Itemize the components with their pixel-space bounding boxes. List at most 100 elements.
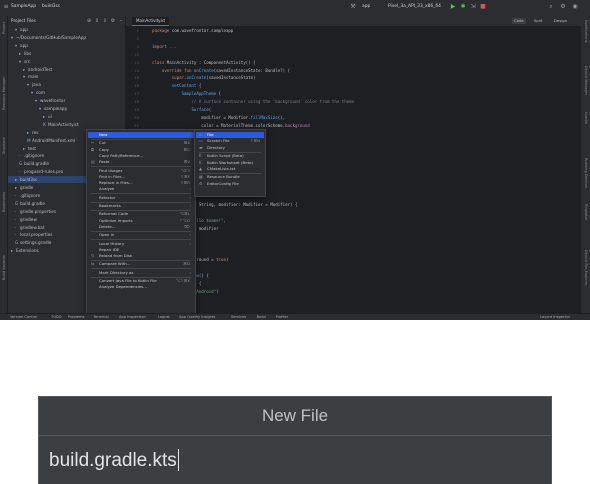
context-menu-item[interactable]: Analyze › [88,186,194,192]
menu-item-label: Open In [99,232,115,238]
context-menu-item[interactable]: Analyze Dependencies... [88,284,194,290]
tool-window-tab[interactable]: Structure [2,137,6,154]
menu-item-label: Analyze Dependencies... [99,284,147,290]
tool-window-tab[interactable]: Emulator [584,204,588,220]
expand-icon[interactable]: ⇕ [94,18,100,24]
tool-window-button[interactable]: Build [257,315,266,320]
tree-item[interactable]: ▾ sampleapp [8,105,125,112]
search-icon[interactable]: ⌕ [548,4,554,10]
tool-window-button[interactable]: App Quality Insights [179,315,215,320]
view-design-button[interactable]: Design [552,18,569,24]
vcs-branch[interactable]: build3sc [42,4,60,9]
tool-window-tab[interactable]: Project [2,22,6,34]
tree-item[interactable]: ▾ ~/Documents/GitHub/SampleApp [8,34,125,41]
tool-window-button[interactable]: Services [231,315,246,320]
context-menu-item[interactable]: Delete... ⌦ [88,224,194,230]
menu-item-label: Mark Directory as [99,269,134,275]
layout-inspector-button[interactable]: Layout Inspector [540,315,570,320]
hide-icon[interactable]: – [118,18,124,24]
context-menu-item[interactable]: Open In › [88,232,194,238]
locate-icon[interactable]: ⊕ [86,18,92,24]
context-menu-item[interactable]: New › [88,132,194,139]
tree-item[interactable]: K MainActivity.kt [8,121,125,128]
run-icon[interactable]: ▶ [450,4,456,10]
tree-item-label: com [36,90,45,96]
context-menu-item[interactable]: ⇆ Compare With... ⌘D [88,261,194,267]
run-config[interactable]: app [362,4,370,9]
tab-mainactivity[interactable]: MainActivity.kt [132,17,170,26]
tree-item[interactable]: ▸ ui [8,113,125,120]
tool-window-button[interactable]: TODO [51,315,62,320]
line-number: 14 [134,67,139,73]
tool-window-button[interactable]: Terminal [93,315,108,320]
collapse-icon[interactable]: ⇳ [102,18,108,24]
tree-item-label: ~/Documents/GitHub/SampleApp [16,34,87,40]
context-menu-item[interactable]: ↻ Reload from Disk [88,253,194,259]
attach-icon[interactable]: ⇲ [470,4,476,10]
menu-item-label: Bookmarks [99,203,121,208]
tool-window-tab[interactable]: Resource Manager [2,77,6,110]
tool-window-tab[interactable]: Notifications [584,20,588,43]
tool-window-tab[interactable]: Build Variants [2,255,6,280]
tree-item[interactable]: ▾ wavefrontar [8,97,125,104]
tree-item-label: res [32,129,39,135]
tool-window-tab[interactable]: Running Devices [584,158,588,188]
code-line: package com.wavefrontar.sampleapp [152,28,234,33]
project-name[interactable]: SampleApp [11,4,36,9]
tree-item[interactable]: ▾ com [8,89,125,96]
tree-item-label: Extensions [16,248,39,254]
tree-item-label: src [24,58,31,64]
tool-window-tab[interactable]: Device Manager [584,66,588,95]
tool-window-tab[interactable]: Bookmarks [2,192,6,212]
submenu-item-icon: ▲ [199,166,203,171]
tool-window-tab[interactable]: Gradle [584,112,588,124]
stop-icon[interactable]: ■ [480,4,486,10]
chevron-right-icon: › [189,269,191,275]
account-icon[interactable]: ◉ [572,4,578,10]
project-view-selector[interactable]: Project Files [11,18,36,23]
tool-window-button[interactable]: Problems [68,315,85,320]
line-number: 16 [134,83,139,89]
line-number: 12 [134,51,139,57]
code-line: setContent { [171,83,202,89]
submenu-item[interactable]: ⚙ EditorConfig File [196,181,264,187]
view-code-button[interactable]: Code [512,17,526,24]
tool-window-button[interactable]: App Inspection [119,315,146,320]
submenu-item[interactable]: ▲ CMakeLists.txt [196,166,264,172]
line-number: 18 [134,99,139,105]
tree-item-label: gradle [20,185,34,190]
context-menu-item[interactable]: ▤ Paste ⌘V [88,159,194,165]
status-bar: Version Control TODO Problems Terminal App I… [0,313,590,320]
view-split-button[interactable]: Split [532,18,544,24]
tree-item[interactable]: ▸ androidTest [8,66,125,73]
tool-window-button[interactable]: Profiler [276,315,289,320]
menu-icon[interactable]: ≡ [3,4,9,10]
context-menu-item[interactable]: Mark Directory as › [88,270,194,276]
tool-window-button[interactable]: Version Control [10,315,37,320]
tree-item[interactable]: ▾ app [8,26,125,33]
tool-window-tab[interactable]: Device File Explorer [584,250,588,286]
tree-item-label: gradle.properties [20,208,57,214]
chevron-right-icon: › [189,232,191,238]
filename-input[interactable]: build.gradle.kts [39,436,551,484]
chevron-right-icon: › [189,132,191,137]
context-menu-item[interactable]: Bookmarks › [88,203,194,209]
context-menu-item[interactable]: Refactor › [88,195,194,201]
tree-item[interactable]: ▸ libs [8,50,125,57]
hammer-icon[interactable]: ⚒ [350,4,356,10]
tree-item[interactable]: ▾ main [8,73,125,80]
chevron-right-icon: › [189,203,191,208]
debug-icon[interactable]: ✱ [460,4,466,10]
tree-item[interactable]: ▾ src [8,58,125,65]
ide-window: ≡ SampleApp build3sc ⚒ app Pixel_3a_API_… [0,0,590,320]
menu-item-icon: ⇆ [91,261,95,267]
submenu-item[interactable]: ▬ Directory [196,145,264,151]
tree-item[interactable]: ▾ java [8,81,125,88]
options-icon[interactable]: ⚙ [110,18,116,24]
device-selector[interactable]: Pixel_3a_API_33_x86_64 [388,4,441,9]
tree-item-label: MainActivity.kt [48,121,79,127]
tree-item[interactable]: ▾ app [8,42,125,49]
tree-item-label: app [20,42,28,48]
tool-window-button[interactable]: Logcat [158,315,170,320]
settings-icon[interactable]: ⚙ [560,4,566,10]
